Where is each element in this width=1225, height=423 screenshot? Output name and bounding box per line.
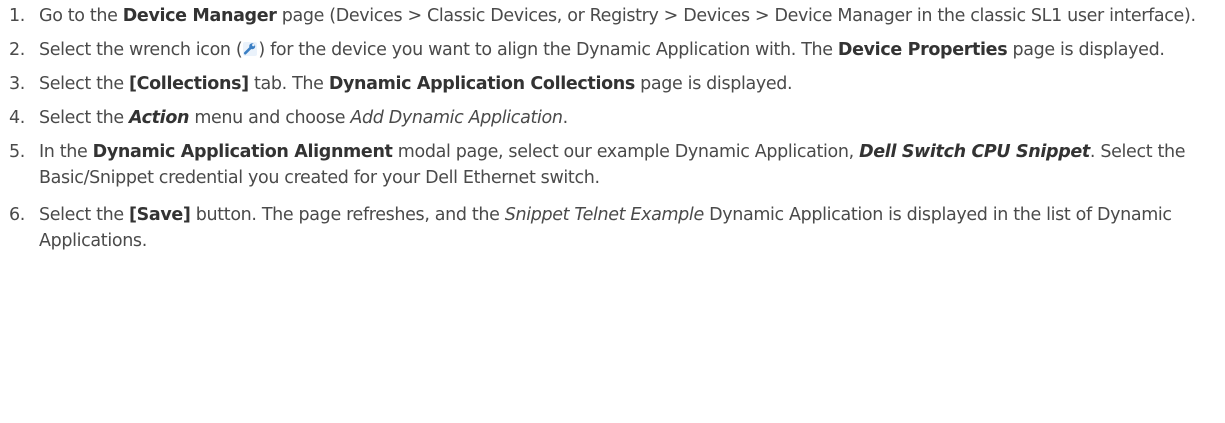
step-number: 2. — [9, 40, 25, 60]
ui-term-collections-tab: [Collections] — [128, 74, 249, 94]
step-text: tab. The — [248, 74, 329, 94]
ui-term-save-button: [Save] — [128, 205, 191, 225]
step-text: Select the — [39, 205, 129, 225]
step-text: Select the wrench icon ( — [39, 40, 243, 60]
step-text: modal page, select our example Dynamic A… — [392, 142, 860, 162]
step-text: Go to the — [39, 6, 123, 26]
step-text: Select the — [39, 74, 129, 94]
ui-term-action-menu: Action — [128, 108, 190, 128]
step-text: In the — [39, 142, 93, 162]
step-number: 3. — [9, 74, 25, 94]
step-3: 3. Select the [Collections] tab. The Dyna… — [0, 71, 1225, 97]
ui-term-dell-switch-cpu-snippet: Dell Switch CPU Snippet — [859, 142, 1090, 162]
step-text: page (Devices > Classic Devices, or Regi… — [276, 6, 1196, 26]
ui-term-add-dynamic-application: Add Dynamic Application — [350, 108, 563, 128]
ui-term-dynamic-application-collections: Dynamic Application Collections — [328, 74, 635, 94]
ui-term-snippet-telnet-example: Snippet Telnet Example — [504, 205, 710, 225]
wrench-icon — [243, 42, 258, 56]
step-text: Select the — [39, 108, 129, 128]
step-text: ) for the device you want to align the D… — [258, 40, 838, 60]
step-5: 5. In the Dynamic Application Alignment m… — [0, 139, 1225, 191]
step-1: 1. Go to the Device Manager page (Devices… — [0, 3, 1225, 29]
step-text: menu and choose — [189, 108, 351, 128]
step-6: 6. Select the [Save] button. The page ref… — [0, 202, 1225, 254]
step-number: 6. — [9, 205, 25, 225]
step-2: 2. Select the wrench icon ( ) for the dev… — [0, 37, 1225, 63]
step-text: page is displayed. — [1007, 40, 1165, 60]
step-number: 1. — [9, 6, 25, 26]
procedure-steps: 1. Go to the Device Manager page (Devices… — [0, 3, 1225, 254]
ui-term-dynamic-application-alignment: Dynamic Application Alignment — [92, 142, 393, 162]
step-number: 4. — [9, 108, 25, 128]
step-text: . — [562, 108, 569, 128]
step-number: 5. — [9, 142, 25, 162]
ui-term-device-manager: Device Manager — [122, 6, 277, 26]
step-text: button. The page refreshes, and the — [190, 205, 505, 225]
step-4: 4. Select the Action menu and choose Add … — [0, 105, 1225, 131]
step-text: page is displayed. — [634, 74, 793, 94]
ui-term-device-properties: Device Properties — [837, 40, 1008, 60]
